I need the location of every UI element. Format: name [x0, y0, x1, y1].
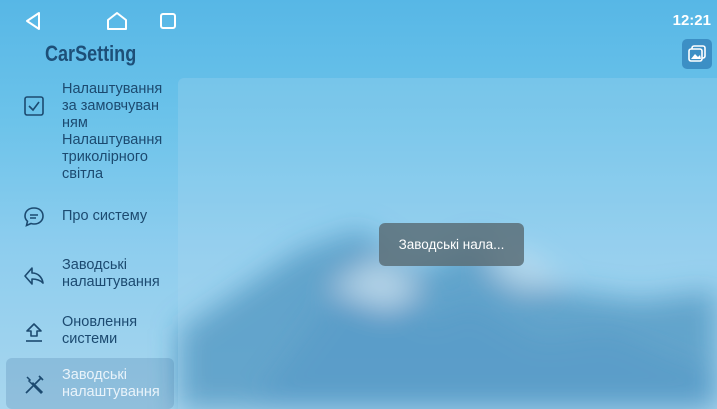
status-bar: 12:21: [0, 0, 717, 40]
home-nav-button[interactable]: [104, 8, 130, 34]
upload-icon: [26, 323, 42, 342]
sidebar: Налаштування за замовчуван ням Налаштува…: [0, 78, 178, 409]
sidebar-item-factory-settings-active[interactable]: Заводські налаштування: [6, 358, 174, 409]
recents-nav-button[interactable]: [155, 8, 181, 34]
sidebar-item-label: Налаштування за замовчуван ням Налаштува…: [62, 81, 163, 182]
back-arrow-icon: [24, 267, 44, 285]
sidebar-item-default-settings[interactable]: Налаштування за замовчуван ням Налаштува…: [6, 78, 174, 194]
home-icon: [107, 12, 127, 30]
sidebar-item-label: Заводські налаштування: [62, 367, 160, 400]
gallery-button[interactable]: [682, 39, 712, 69]
image-gallery-icon: [688, 45, 706, 62]
sidebar-item-label: Заводські налаштування: [62, 257, 160, 290]
sidebar-item-system-update[interactable]: Оновлення системи: [6, 311, 174, 351]
sidebar-item-label: Про систему: [62, 208, 148, 224]
square-recents-icon: [160, 13, 176, 29]
checkbox-icon: [24, 96, 44, 116]
clock: 12:21: [672, 12, 711, 29]
sidebar-item-label: Оновлення системи: [62, 314, 138, 347]
wrench-screwdriver-icon: [25, 375, 44, 395]
back-nav-button[interactable]: [20, 8, 46, 34]
app-title: CarSetting: [45, 41, 137, 66]
toast-message: Заводські нала...: [379, 223, 524, 266]
triangle-back-icon: [26, 12, 40, 30]
chat-bubble-icon: [24, 207, 44, 227]
sidebar-item-about-system[interactable]: Про систему: [6, 202, 174, 232]
sidebar-item-factory-settings[interactable]: Заводські налаштування: [6, 254, 174, 294]
